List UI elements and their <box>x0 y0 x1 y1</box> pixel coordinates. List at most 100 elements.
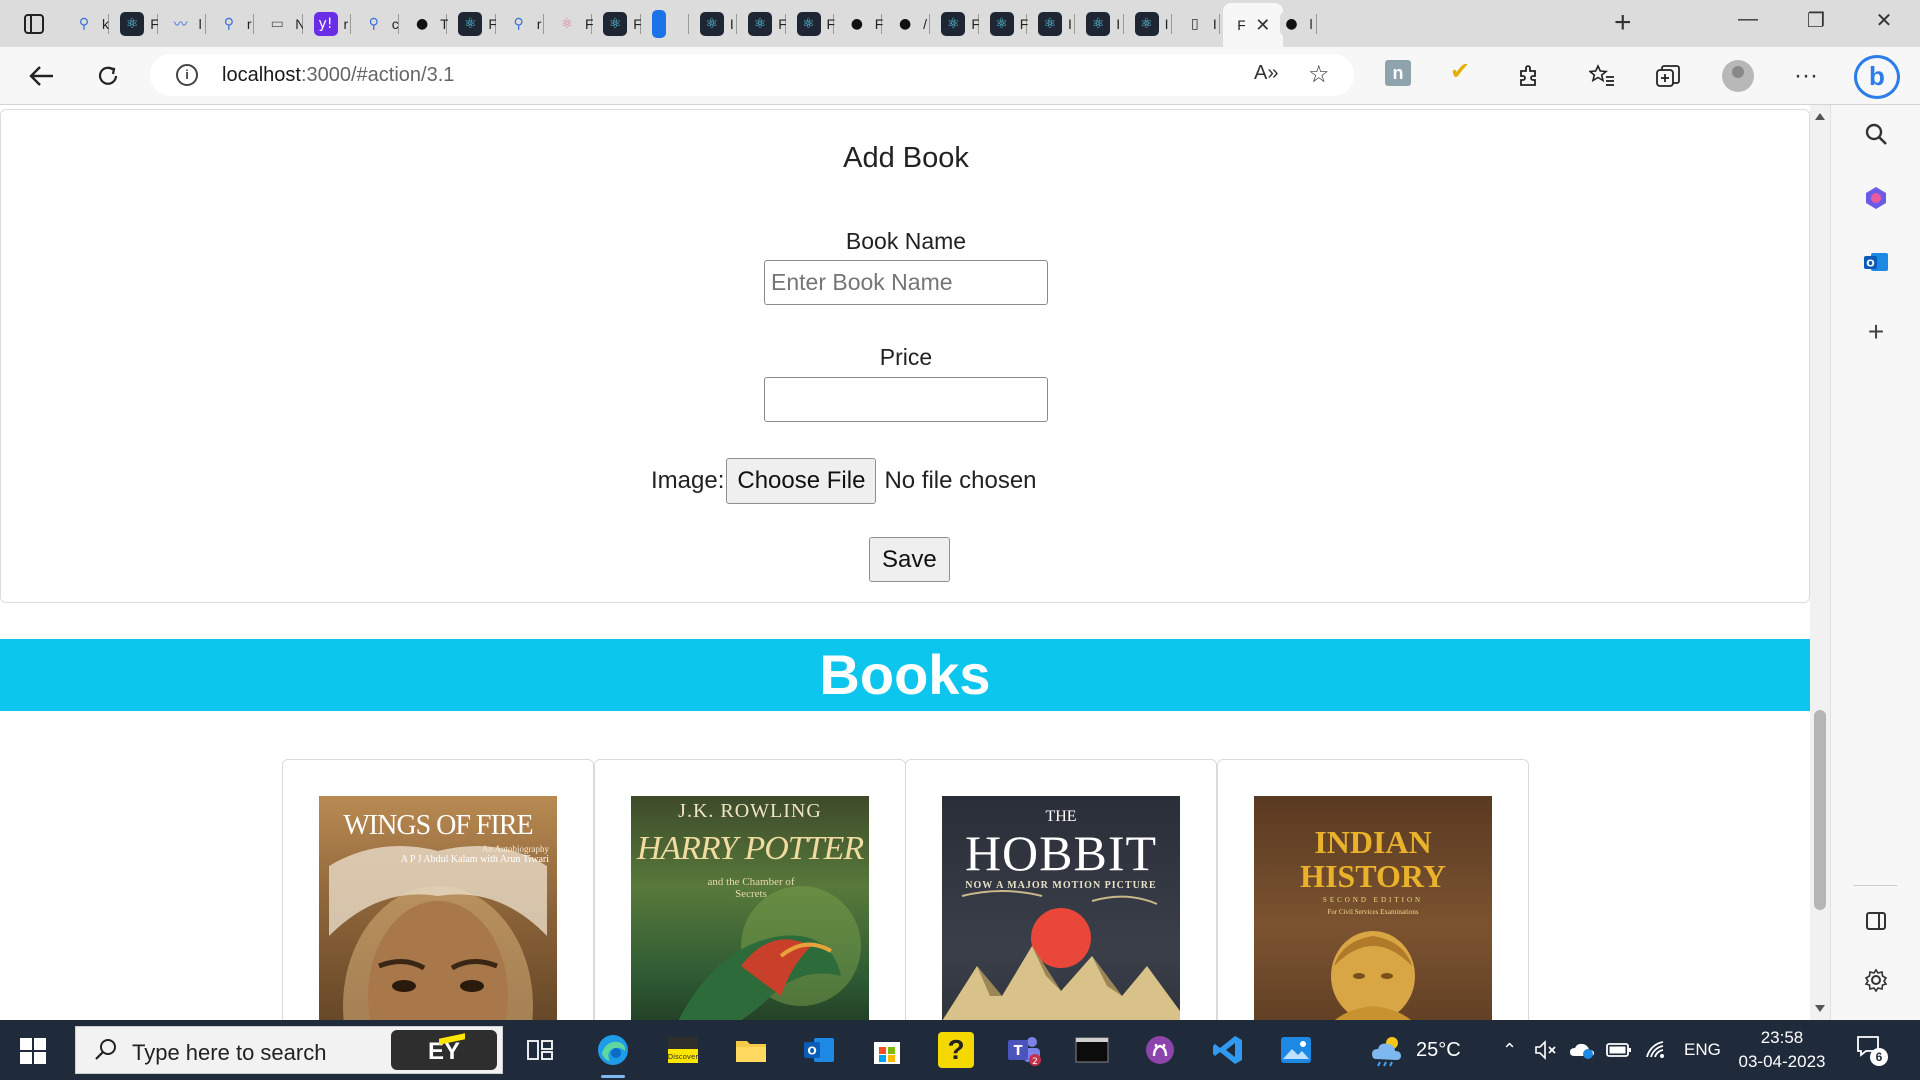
shapes-icon[interactable] <box>1861 183 1891 213</box>
more-options-icon[interactable]: ··· <box>1788 59 1824 93</box>
browser-tab[interactable]: ● / <box>883 6 931 42</box>
new-tab-button[interactable]: + <box>1614 8 1632 38</box>
battery-icon[interactable] <box>1606 1020 1632 1080</box>
browser-tab[interactable]: ⚛ F <box>593 6 641 42</box>
choose-file-button[interactable]: Choose File <box>726 458 877 504</box>
book-cover-image[interactable]: WINGS OF FIRE An Autobiography A P J Abd… <box>319 796 557 1020</box>
browser-tab[interactable]: ⚲ k <box>62 6 110 42</box>
task-view-icon[interactable] <box>522 1032 558 1068</box>
book-card[interactable]: THE HOBBIT NOW A MAJOR MOTION PICTURE <box>905 759 1217 1020</box>
book-name-input[interactable] <box>764 260 1048 305</box>
browser-tab[interactable]: 〰 l <box>159 6 207 42</box>
refresh-button[interactable] <box>90 59 126 93</box>
react-favicon: ⚛ <box>796 12 821 36</box>
page-scrollbar[interactable] <box>1810 105 1830 1020</box>
book-cover-image[interactable]: J.K. ROWLING HARRY POTTER and the Chambe… <box>631 796 869 1020</box>
browser-tab[interactable]: ⚛ I <box>1076 6 1124 42</box>
book-card[interactable]: INDIAN HISTORY SECOND EDITION For Civil … <box>1217 759 1529 1020</box>
photos-icon[interactable] <box>1278 1032 1314 1068</box>
taskbar-search-box[interactable]: Type here to search EY <box>75 1026 503 1074</box>
react-pink-favicon: ⚛ <box>555 12 579 36</box>
tab-label: r <box>246 16 252 32</box>
settings-gear-icon[interactable] <box>1861 965 1891 995</box>
restore-button[interactable]: ❐ <box>1796 8 1836 33</box>
microsoft-store-icon[interactable] <box>869 1032 905 1068</box>
site-info-icon[interactable]: i <box>176 64 198 86</box>
book-card[interactable]: J.K. ROWLING HARRY POTTER and the Chambe… <box>594 759 906 1020</box>
tab-label: F <box>874 16 883 32</box>
collections-icon[interactable] <box>1650 59 1686 93</box>
weather-widget[interactable]: 25°C <box>1368 1020 1461 1080</box>
favorites-icon[interactable] <box>1584 59 1620 93</box>
volume-muted-icon[interactable] <box>1534 1020 1558 1080</box>
outlook-taskbar-icon[interactable]: O <box>801 1032 837 1068</box>
system-clock[interactable]: 23:58 03-04-2023 <box>1732 1026 1832 1074</box>
browser-tab[interactable]: ▭ N <box>255 6 303 42</box>
scrollbar-thumb[interactable] <box>1814 710 1826 910</box>
add-favorite-icon[interactable]: ☆ <box>1308 60 1330 89</box>
save-button[interactable]: Save <box>869 537 950 582</box>
read-aloud-icon[interactable]: A» <box>1254 62 1278 85</box>
browser-tab[interactable] <box>642 6 666 42</box>
browser-tab[interactable]: ⚛ F <box>738 6 786 42</box>
notification-center-icon[interactable]: 6 <box>1856 1034 1888 1066</box>
wifi-icon[interactable] <box>1645 1020 1669 1080</box>
language-indicator[interactable]: ENG <box>1684 1020 1721 1080</box>
outlook-icon[interactable]: O <box>1861 247 1891 277</box>
book-cover-title: INDIAN <box>1314 824 1432 860</box>
browser-tab[interactable]: y! r <box>304 6 352 42</box>
add-sidebar-app-icon[interactable]: + <box>1861 316 1891 347</box>
browser-tab[interactable]: ⚲ r <box>207 6 255 42</box>
address-bar[interactable]: i localhost:3000/#action/3.1 A» ☆ <box>150 54 1354 96</box>
browser-tab[interactable]: ▯ I <box>1173 6 1221 42</box>
minimize-button[interactable]: — <box>1728 8 1768 31</box>
browser-tab[interactable]: ● F <box>835 6 883 42</box>
close-tab-icon[interactable]: ✕ <box>1255 15 1270 36</box>
browser-tab[interactable]: ⚛ F <box>110 6 158 42</box>
checkmark-extension-icon[interactable]: ✔ <box>1450 57 1470 86</box>
browser-tab[interactable]: ⚲ r <box>497 6 545 42</box>
tab-label: F <box>1019 16 1028 32</box>
vscode-icon[interactable] <box>1210 1032 1246 1068</box>
terminal-icon[interactable] <box>1074 1032 1110 1068</box>
search-icon[interactable] <box>1861 119 1891 149</box>
price-input[interactable] <box>764 377 1048 422</box>
scroll-up-icon[interactable] <box>1815 113 1825 120</box>
book-card[interactable]: WINGS OF FIRE An Autobiography A P J Abd… <box>282 759 594 1020</box>
onedrive-icon[interactable] <box>1568 1020 1596 1080</box>
browser-tab[interactable]: ⚛ I <box>1125 6 1173 42</box>
file-explorer-icon[interactable] <box>733 1032 769 1068</box>
notion-extension-icon[interactable]: n <box>1385 60 1411 86</box>
url-text[interactable]: localhost:3000/#action/3.1 <box>222 64 454 87</box>
browser-tab[interactable]: ● l <box>1270 6 1318 42</box>
teams-icon[interactable]: T2 <box>1006 1032 1042 1068</box>
browser-tab[interactable]: ⚛ I <box>690 6 738 42</box>
close-window-button[interactable]: ✕ <box>1864 8 1904 33</box>
book-cover-image[interactable]: THE HOBBIT NOW A MAJOR MOTION PICTURE <box>942 796 1180 1020</box>
ey-logo[interactable]: EY <box>391 1030 497 1070</box>
tab-label: I <box>1068 16 1072 32</box>
browser-tab[interactable]: ⚲ c <box>352 6 400 42</box>
browser-tab[interactable]: ⚛ F <box>980 6 1028 42</box>
windows-start-icon[interactable] <box>20 1038 46 1064</box>
browser-tab[interactable]: ⚛ I <box>1028 6 1076 42</box>
bing-chat-icon[interactable]: b <box>1854 55 1900 99</box>
ey-discover-icon[interactable]: Discover <box>665 1032 701 1068</box>
browser-tab[interactable]: ● T <box>400 6 448 42</box>
hide-sidebar-icon[interactable] <box>1861 906 1891 936</box>
edge-taskbar-icon[interactable] <box>595 1032 631 1078</box>
browser-tab[interactable]: ⚛ F <box>787 6 835 42</box>
help-question-icon[interactable]: ? <box>938 1032 974 1068</box>
extensions-icon[interactable] <box>1510 59 1546 93</box>
browser-tab[interactable]: ⚛ F <box>545 6 593 42</box>
browser-tab[interactable]: ⚛ F <box>931 6 979 42</box>
browser-tab[interactable]: ⚛ F <box>448 6 496 42</box>
profile-avatar[interactable] <box>1722 60 1754 92</box>
back-button[interactable] <box>24 59 60 93</box>
tab-label: F <box>826 16 835 32</box>
show-hidden-icons-icon[interactable]: ⌃ <box>1502 1020 1517 1080</box>
github-desktop-icon[interactable] <box>1142 1032 1178 1068</box>
book-cover-image[interactable]: INDIAN HISTORY SECOND EDITION For Civil … <box>1254 796 1492 1020</box>
scroll-down-icon[interactable] <box>1815 1005 1825 1012</box>
tab-actions-icon[interactable] <box>14 9 54 39</box>
